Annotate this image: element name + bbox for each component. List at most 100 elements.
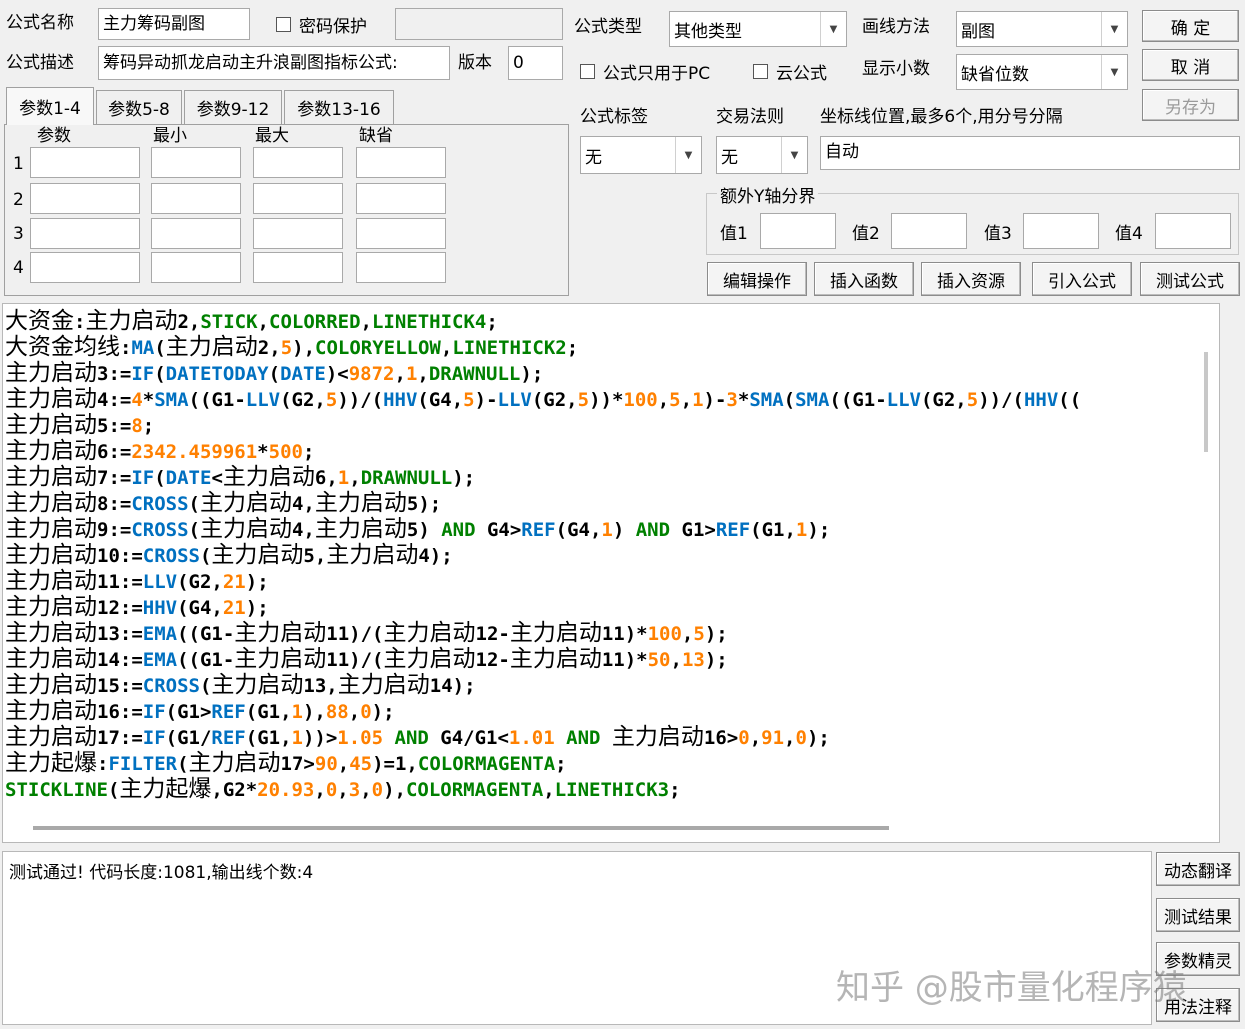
- trade-rule-value: 无: [721, 147, 738, 168]
- decimals-label: 显示小数: [862, 59, 930, 79]
- cloud-checkbox-box[interactable]: [753, 64, 768, 79]
- code-line[interactable]: 大资金均线:MA(主力启动2,5),COLORYELLOW,LINETHICK2…: [5, 334, 1081, 360]
- chevron-down-icon[interactable]: ▼: [820, 12, 846, 46]
- value3-input[interactable]: [1023, 213, 1099, 249]
- param-3-default-input[interactable]: [356, 218, 446, 249]
- test-results-button[interactable]: 测试结果: [1156, 898, 1240, 932]
- vertical-scroll-thumb[interactable]: [1204, 352, 1208, 452]
- code-token: DRAWNULL: [428, 363, 521, 385]
- cloud-checkbox[interactable]: 云公式: [753, 59, 827, 84]
- test-formula-button[interactable]: 测试公式: [1140, 262, 1240, 296]
- code-line[interactable]: 主力启动10:=CROSS(主力启动5,主力启动4);: [5, 542, 1081, 568]
- param-2-name-input[interactable]: [30, 183, 140, 214]
- param-4-min-input[interactable]: [151, 252, 241, 283]
- formula-tag-select[interactable]: 无 ▼: [580, 136, 702, 174]
- code-token: :: [120, 337, 132, 359]
- save-as-button[interactable]: 另存为: [1142, 89, 1239, 121]
- code-token: 主力启动: [234, 620, 327, 646]
- code-line[interactable]: 主力启动11:=LLV(G2,21);: [5, 568, 1081, 594]
- param-1-min-input[interactable]: [151, 147, 241, 178]
- code-token: 12:=: [97, 597, 143, 619]
- chevron-down-icon[interactable]: ▼: [675, 137, 701, 173]
- param-3-min-input[interactable]: [151, 218, 241, 249]
- vertical-scrollbar[interactable]: [1195, 304, 1219, 842]
- code-line[interactable]: 主力启动12:=HHV(G4,21);: [5, 594, 1081, 620]
- param-2-default-input[interactable]: [356, 183, 446, 214]
- code-token: ((G1-: [177, 623, 235, 645]
- param-2-min-input[interactable]: [151, 183, 241, 214]
- formula-type-select[interactable]: 其他类型 ▼: [669, 11, 847, 47]
- formula-desc-input[interactable]: 筹码异动抓龙启动主升浪副图指标公式:: [98, 46, 450, 80]
- code-editor[interactable]: 大资金:主力启动2,STICK,COLORRED,LINETHICK4; 大资金均…: [2, 303, 1220, 843]
- code-token: LLV: [497, 389, 532, 411]
- code-text[interactable]: 大资金:主力启动2,STICK,COLORRED,LINETHICK4; 大资金均…: [5, 308, 1081, 802]
- param-1-name-input[interactable]: [30, 147, 140, 178]
- param-3-name-input[interactable]: [30, 218, 140, 249]
- value2-input[interactable]: [891, 213, 967, 249]
- code-line[interactable]: 主力启动6:=2342.459961*500;: [5, 438, 1081, 464]
- chevron-down-icon[interactable]: ▼: [1101, 12, 1127, 46]
- code-line[interactable]: 主力启动16:=IF(G1>REF(G1,1),88,0);: [5, 698, 1081, 724]
- code-line[interactable]: 主力启动5:=8;: [5, 412, 1081, 438]
- code-token: 91: [761, 727, 785, 749]
- draw-method-select[interactable]: 副图 ▼: [956, 11, 1128, 47]
- formula-name-input[interactable]: 主力筹码副图: [98, 8, 250, 40]
- insert-resource-button[interactable]: 插入资源: [921, 262, 1021, 296]
- chevron-down-icon[interactable]: ▼: [781, 137, 807, 173]
- dynamic-translate-button[interactable]: 动态翻译: [1156, 852, 1240, 886]
- param-4-default-input[interactable]: [356, 252, 446, 283]
- pc-only-checkbox-box[interactable]: [580, 64, 595, 79]
- horizontal-scrollbar[interactable]: [3, 818, 1219, 842]
- tab-params-1-4[interactable]: 参数1-4: [6, 87, 94, 125]
- tab-params-9-12[interactable]: 参数9-12: [184, 90, 282, 124]
- param-3-max-input[interactable]: [253, 218, 343, 249]
- code-line[interactable]: 主力启动14:=EMA((G1-主力启动11)/(主力启动12-主力启动11)*…: [5, 646, 1081, 672]
- code-token: ),: [292, 337, 316, 359]
- edit-operations-button[interactable]: 编辑操作: [707, 262, 807, 296]
- tab-params-13-16[interactable]: 参数13-16: [284, 90, 394, 124]
- chevron-down-icon[interactable]: ▼: [1101, 55, 1127, 89]
- password-input[interactable]: [395, 8, 563, 40]
- code-line[interactable]: STICKLINE(主力起爆,G2*20.93,0,3,0),COLORMAGE…: [5, 776, 1081, 802]
- code-token: SMA: [154, 389, 189, 411]
- horizontal-scroll-thumb[interactable]: [33, 826, 889, 830]
- trade-rule-select[interactable]: 无 ▼: [716, 136, 808, 174]
- tab-params-5-8[interactable]: 参数5-8: [96, 90, 182, 124]
- password-checkbox[interactable]: 密码保护: [276, 12, 367, 37]
- code-line[interactable]: 主力启动7:=IF(DATE<主力启动6,1,DRAWNULL);: [5, 464, 1081, 490]
- version-input[interactable]: 0: [508, 46, 563, 80]
- code-line[interactable]: 大资金:主力启动2,STICK,COLORRED,LINETHICK4;: [5, 308, 1081, 334]
- param-1-default-input[interactable]: [356, 147, 446, 178]
- code-token: );: [704, 649, 728, 671]
- ok-button[interactable]: 确 定: [1142, 10, 1239, 42]
- value1-input[interactable]: [760, 213, 836, 249]
- import-formula-button[interactable]: 引入公式: [1032, 262, 1132, 296]
- code-line[interactable]: 主力启动3:=IF(DATETODAY(DATE)<9872,1,DRAWNUL…: [5, 360, 1081, 386]
- code-line[interactable]: 主力起爆:FILTER(主力启动17>90,45)=1,COLORMAGENTA…: [5, 750, 1081, 776]
- param-4-max-input[interactable]: [253, 252, 343, 283]
- code-token: 大资金: [5, 308, 74, 334]
- code-line[interactable]: 主力启动4:=4*SMA((G1-LLV(G2,5))/(HHV(G4,5)-L…: [5, 386, 1081, 412]
- code-token: ): [612, 519, 636, 541]
- code-token: 13: [681, 649, 705, 671]
- pc-only-checkbox[interactable]: 公式只用于PC: [580, 59, 710, 84]
- code-line[interactable]: 主力启动8:=CROSS(主力启动4,主力启动5);: [5, 490, 1081, 516]
- code-line[interactable]: 主力启动9:=CROSS(主力启动4,主力启动5) AND G4>REF(G4,…: [5, 516, 1081, 542]
- param-4-name-input[interactable]: [30, 252, 140, 283]
- password-checkbox-box[interactable]: [276, 17, 291, 32]
- code-token: ;: [669, 779, 681, 801]
- code-line[interactable]: 主力启动15:=CROSS(主力启动13,主力启动14);: [5, 672, 1081, 698]
- code-line[interactable]: 主力启动13:=EMA((G1-主力启动11)/(主力启动12-主力启动11)*…: [5, 620, 1081, 646]
- insert-function-button[interactable]: 插入函数: [814, 262, 914, 296]
- code-token: 主力启动: [199, 490, 292, 516]
- value4-input[interactable]: [1155, 213, 1231, 249]
- param-2-max-input[interactable]: [253, 183, 343, 214]
- cancel-button[interactable]: 取 消: [1142, 49, 1239, 81]
- code-line[interactable]: 主力启动17:=IF(G1/REF(G1,1))>1.05 AND G4/G1<…: [5, 724, 1081, 750]
- param-1-max-input[interactable]: [253, 147, 343, 178]
- param-row-number: 4: [13, 258, 24, 278]
- decimals-select[interactable]: 缺省位数 ▼: [956, 54, 1128, 90]
- coord-lines-input[interactable]: 自动: [820, 136, 1240, 170]
- code-token: LLV: [245, 389, 281, 411]
- code-token: 主力启动: [5, 542, 97, 568]
